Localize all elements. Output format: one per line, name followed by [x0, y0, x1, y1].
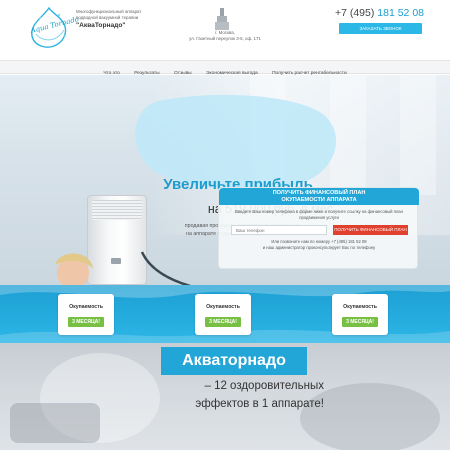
form-note-line1: Или позвоните нам по номеру +7 (495) 181… — [271, 239, 367, 244]
address-city: г. Москва, — [215, 30, 235, 35]
background-blur — [10, 403, 100, 443]
form-heading-line1: ПОЛУЧИТЬ ФИНАНСОВЫЙ ПЛАН — [272, 190, 366, 196]
office-address: г. Москва, ул. Газетный переулок 3-5, оф… — [185, 30, 265, 43]
tagline-line2: эффектов в 1 аппарате! — [195, 397, 324, 410]
company-desc-line2: подводной вакуумной терапии — [76, 14, 139, 20]
address-street: ул. Газетный переулок 3-5, оф. 171 — [189, 36, 261, 42]
header-phone[interactable]: +7 (495) 181 52 08 — [335, 7, 424, 19]
payback-card-title: Окупаемость — [343, 304, 377, 310]
main-nav: Что это Результаты Отзывы Экономическая … — [0, 60, 450, 76]
payback-card-badge: 3 МЕСЯЦА! — [68, 317, 104, 327]
company-name: "АкваТорнадо" — [76, 21, 126, 29]
tagline-line1: – 12 оздоровительных — [204, 380, 324, 392]
payback-card-title: Окупаемость — [69, 304, 103, 310]
features-headline: Акваторнадо — [182, 352, 286, 369]
form-call-note: Или позвоните нам по номеру +7 (495) 181… — [227, 239, 411, 251]
building-icon — [215, 8, 229, 30]
payback-card-badge: 3 МЕСЯЦА! — [205, 317, 241, 327]
callback-button[interactable]: ЗАКАЗАТЬ ЗВОНОК — [339, 23, 422, 34]
financial-plan-form: ПОЛУЧИТЬ ФИНАНСОВЫЙ ПЛАН ОКУПАЕМОСТИ АПП… — [218, 187, 419, 269]
phone-input[interactable] — [231, 225, 327, 235]
get-financial-plan-button[interactable]: ПОЛУЧИТЬ ФИНАНСОВЫЙ ПЛАН — [333, 225, 408, 235]
payback-card: Окупаемость 3 МЕСЯЦА! — [58, 294, 114, 335]
phone-prefix: +7 (495) — [334, 7, 375, 19]
features-tagline: – 12 оздоровительных эффектов в 1 аппара… — [174, 378, 324, 414]
form-instructions: Введите Ваш номер телефона в форме ниже … — [227, 209, 411, 221]
payback-card: Окупаемость 3 МЕСЯЦА! — [332, 294, 388, 335]
payback-card-title: Окупаемость — [206, 304, 240, 310]
payback-card: Окупаемость 3 МЕСЯЦА! — [195, 294, 251, 335]
form-text-line1: Введите Ваш номер телефона в форме ниже … — [235, 209, 403, 214]
massage-handpiece-hose — [140, 251, 191, 285]
form-text-line2: продвижения услуги — [299, 215, 339, 221]
form-heading-line2: ОКУПАЕМОСТИ АППАРАТА — [281, 197, 357, 204]
device-vent — [92, 200, 142, 220]
form-note-line2: и наш администратор проконсультирует Вас… — [262, 245, 376, 251]
features-section: Акваторнадо – 12 оздоровительных эффекто… — [0, 343, 450, 450]
company-desc-line1: Многофункциональный аппарат — [76, 9, 142, 14]
aqua-tornado-logo[interactable]: Aqua Tornado — [26, 6, 80, 50]
phone-number: 181 52 08 — [377, 7, 424, 19]
company-description: Многофункциональный аппарат подводной ва… — [76, 9, 176, 31]
form-heading: ПОЛУЧИТЬ ФИНАНСОВЫЙ ПЛАН ОКУПАЕМОСТИ АПП… — [219, 188, 419, 205]
site-header: Aqua Tornado Многофункциональный аппарат… — [0, 0, 450, 58]
payback-band: Окупаемость 3 МЕСЯЦА! Окупаемость 3 МЕСЯ… — [0, 285, 450, 343]
payback-card-badge: 3 МЕСЯЦА! — [342, 317, 378, 327]
window-blind — [400, 75, 436, 195]
